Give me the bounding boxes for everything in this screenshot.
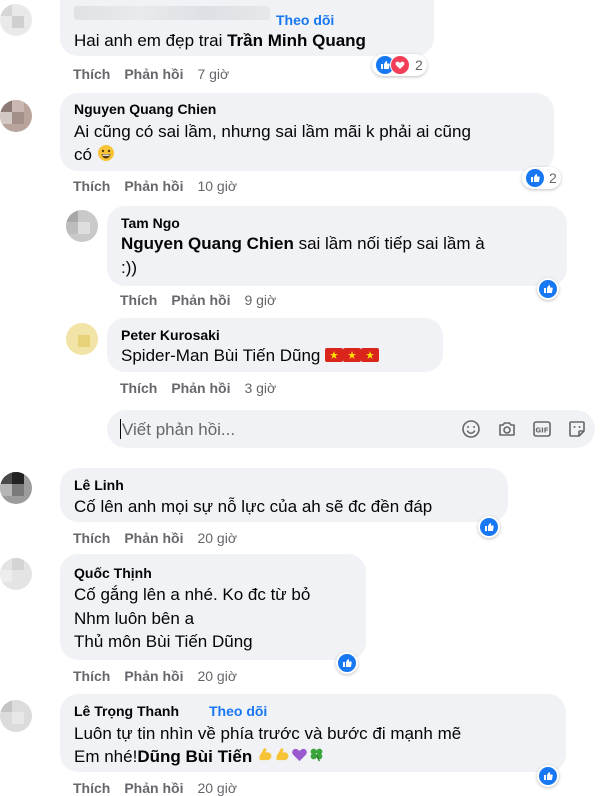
like-icon <box>526 169 544 187</box>
gif-icon[interactable]: GIF <box>532 419 552 439</box>
like-icon <box>539 280 557 298</box>
reply-button[interactable]: Phản hồi <box>171 292 230 308</box>
comment-text-line: có <box>74 143 115 168</box>
reply-input-placeholder: Viết phản hồi... <box>122 420 236 439</box>
like-button[interactable]: Thích <box>73 668 110 684</box>
reply-button[interactable]: Phản hồi <box>124 668 183 684</box>
reply-button[interactable]: Phản hồi <box>124 66 183 82</box>
comment-text-line: Thủ môn Bùi Tiến Dũng <box>74 632 253 651</box>
timestamp[interactable]: 3 giờ <box>244 380 276 396</box>
like-button[interactable]: Thích <box>120 380 157 396</box>
comment-text-line: Ai cũng có sai lầm, nhưng sai lầm mãi k … <box>74 122 471 141</box>
reaction-count: 2 <box>549 170 557 186</box>
reply-text-line: Nguyen Quang Chien sai lầm nối tiếp sai … <box>121 234 485 253</box>
timestamp[interactable]: 20 giờ <box>197 668 237 684</box>
love-icon <box>390 55 410 75</box>
reaction-summary[interactable] <box>537 765 559 787</box>
reaction-count: 2 <box>415 57 423 73</box>
reaction-summary[interactable]: 2 <box>372 54 427 76</box>
comment-text-line: Em nhé!Dũng Bùi Tiến <box>74 745 325 769</box>
avatar[interactable] <box>0 4 32 36</box>
smiley-icon[interactable] <box>461 419 481 439</box>
avatar[interactable] <box>0 558 32 590</box>
reaction-summary[interactable] <box>537 278 559 300</box>
heart-emoji <box>291 746 308 769</box>
avatar[interactable] <box>0 700 32 732</box>
timestamp[interactable]: 20 giờ <box>197 780 237 796</box>
reply-author[interactable]: Tam Ngo <box>121 215 180 231</box>
reaction-summary[interactable]: 2 <box>522 167 561 189</box>
comment-author[interactable]: Lê Linh <box>74 477 124 493</box>
reply-text-line: :)) <box>121 258 138 277</box>
like-icon <box>338 654 356 672</box>
clover-emoji <box>308 746 325 769</box>
reply-button[interactable]: Phản hồi <box>124 530 183 546</box>
reply-button[interactable]: Phản hồi <box>171 380 230 396</box>
comment-actions: Thích Phản hồi 20 giờ <box>73 780 251 796</box>
reply-actions: Thích Phản hồi 3 giờ <box>120 380 290 396</box>
comment-actions: Thích Phản hồi 20 giờ <box>73 530 251 546</box>
comment-text-line: Cố gắng lên a nhé. Ko đc từ bỏ <box>74 585 311 604</box>
like-button[interactable]: Thích <box>73 66 110 82</box>
reply-button[interactable]: Phản hồi <box>124 780 183 796</box>
flag-vn-icon <box>325 345 344 368</box>
comment-author[interactable]: Lê Trọng Thanh <box>74 703 179 719</box>
like-button[interactable]: Thích <box>73 780 110 796</box>
reply-text-line: Spider-Man Bùi Tiến Dũng <box>121 344 380 368</box>
avatar[interactable] <box>0 100 32 132</box>
avatar[interactable] <box>66 323 98 355</box>
timestamp[interactable]: 10 giờ <box>197 178 237 194</box>
comment-text-line: Luôn tự tin nhìn về phía trước và bước đ… <box>74 724 462 743</box>
reply-author[interactable]: Peter Kurosaki <box>121 327 220 343</box>
follow-link[interactable]: Theo dõi <box>276 12 334 28</box>
comment-author[interactable]: Quốc Thịnh <box>74 565 152 581</box>
comment-text-prefix: Hai anh em đẹp trai <box>74 31 228 50</box>
comment-actions: Thích Phản hồi 10 giờ <box>73 178 251 194</box>
like-button[interactable]: Thích <box>73 530 110 546</box>
timestamp[interactable]: 20 giờ <box>197 530 237 546</box>
flag-vn-icon <box>361 345 380 368</box>
avatar[interactable] <box>0 472 32 504</box>
reply-button[interactable]: Phản hồi <box>124 178 183 194</box>
comment-author[interactable]: Nguyen Quang Chien <box>74 101 216 117</box>
text-cursor <box>120 419 121 439</box>
timestamp[interactable]: 9 giờ <box>244 292 276 308</box>
comment-actions: Thích Phản hồi 20 giờ <box>73 668 251 684</box>
mention-link[interactable]: Nguyen Quang Chien <box>121 234 294 253</box>
muscle-emoji <box>274 746 291 769</box>
comment-text: Cố lên anh mọi sự nỗ lực của ah sẽ đc đề… <box>74 497 433 516</box>
muscle-emoji <box>257 746 274 769</box>
mention-link[interactable]: Trần Minh Quang <box>227 31 366 50</box>
mention-link[interactable]: Dũng Bùi Tiến <box>137 747 252 766</box>
follow-link[interactable]: Theo dõi <box>209 703 267 719</box>
like-icon <box>480 518 498 536</box>
reaction-summary[interactable] <box>478 516 500 538</box>
comment-text: Hai anh em đẹp trai Trần Minh Quang <box>74 29 366 52</box>
reaction-summary[interactable] <box>336 652 358 674</box>
comment-actions: Thích Phản hồi 7 giờ <box>73 66 243 82</box>
timestamp[interactable]: 7 giờ <box>197 66 229 82</box>
grin-emoji <box>97 144 115 168</box>
flag-vn-icon <box>343 345 362 368</box>
camera-icon[interactable] <box>497 419 517 439</box>
blurred-name <box>74 6 270 20</box>
like-button[interactable]: Thích <box>120 292 157 308</box>
sticker-icon[interactable] <box>567 419 587 439</box>
comment-text-line: Nhm luôn bên a <box>74 609 195 628</box>
reply-actions: Thích Phản hồi 9 giờ <box>120 292 290 308</box>
like-button[interactable]: Thích <box>73 178 110 194</box>
avatar[interactable] <box>66 210 98 242</box>
like-icon <box>539 767 557 785</box>
svg-text:GIF: GIF <box>535 427 548 435</box>
